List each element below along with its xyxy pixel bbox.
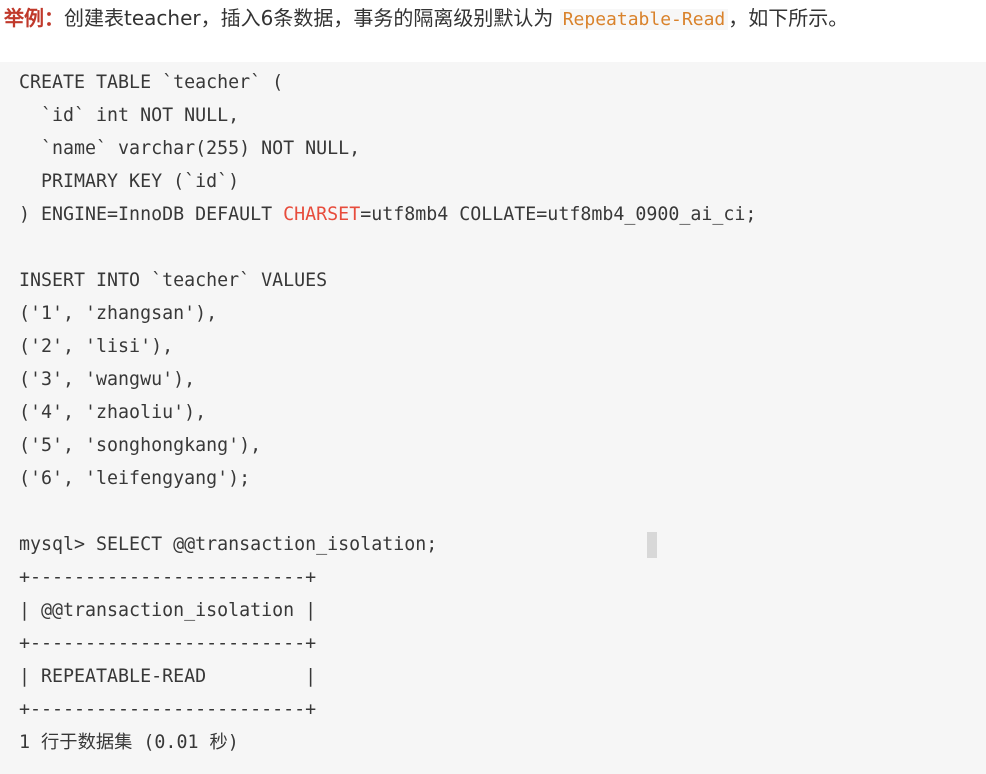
code-block: CREATE TABLE `teacher` ( `id` int NOT NU… — [0, 62, 986, 774]
code-line: +-------------------------+ — [19, 633, 317, 654]
code-line: `id` int NOT NULL, — [19, 105, 240, 126]
intro-paragraph: 举例：创建表teacher，插入6条数据，事务的隔离级别默认为 Repeatab… — [4, 4, 848, 34]
code-line: mysql> SELECT @@transaction_isolation; — [19, 534, 438, 555]
code-line: ('3', 'wangwu'), — [19, 369, 196, 390]
code-line: ) ENGINE=InnoDB DEFAULT CHARSET=utf8mb4 … — [19, 204, 757, 225]
code-line: PRIMARY KEY (`id`) — [19, 171, 240, 192]
code-line: `name` varchar(255) NOT NULL, — [19, 138, 361, 159]
code-line: ('5', 'songhongkang'), — [19, 435, 262, 456]
example-label: 举例 — [4, 6, 44, 30]
code-line: +-------------------------+ — [19, 567, 317, 588]
code-line: | REPEATABLE-READ | — [19, 666, 317, 687]
code-line: ('1', 'zhangsan'), — [19, 303, 218, 324]
code-line: ('4', 'zhaoliu'), — [19, 402, 207, 423]
code-line: CREATE TABLE `teacher` ( — [19, 72, 284, 93]
code-line: 1 行于数据集 (0.01 秒) — [19, 732, 239, 753]
charset-keyword: CHARSET — [283, 204, 361, 225]
intro-text-end: ，如下所示。 — [728, 6, 849, 30]
cursor-marker — [647, 532, 657, 558]
code-line: ('6', 'leifengyang'); — [19, 468, 251, 489]
code-line: +-------------------------+ — [19, 699, 317, 720]
isolation-level-code: Repeatable-Read — [559, 9, 729, 30]
code-line: | @@transaction_isolation | — [19, 600, 317, 621]
code-line: ('2', 'lisi'), — [19, 336, 174, 357]
intro-text: 创建表teacher，插入6条数据，事务的隔离级别默认为 — [64, 6, 560, 30]
code-line: INSERT INTO `teacher` VALUES — [19, 270, 328, 291]
example-label-colon: ： — [44, 6, 64, 30]
